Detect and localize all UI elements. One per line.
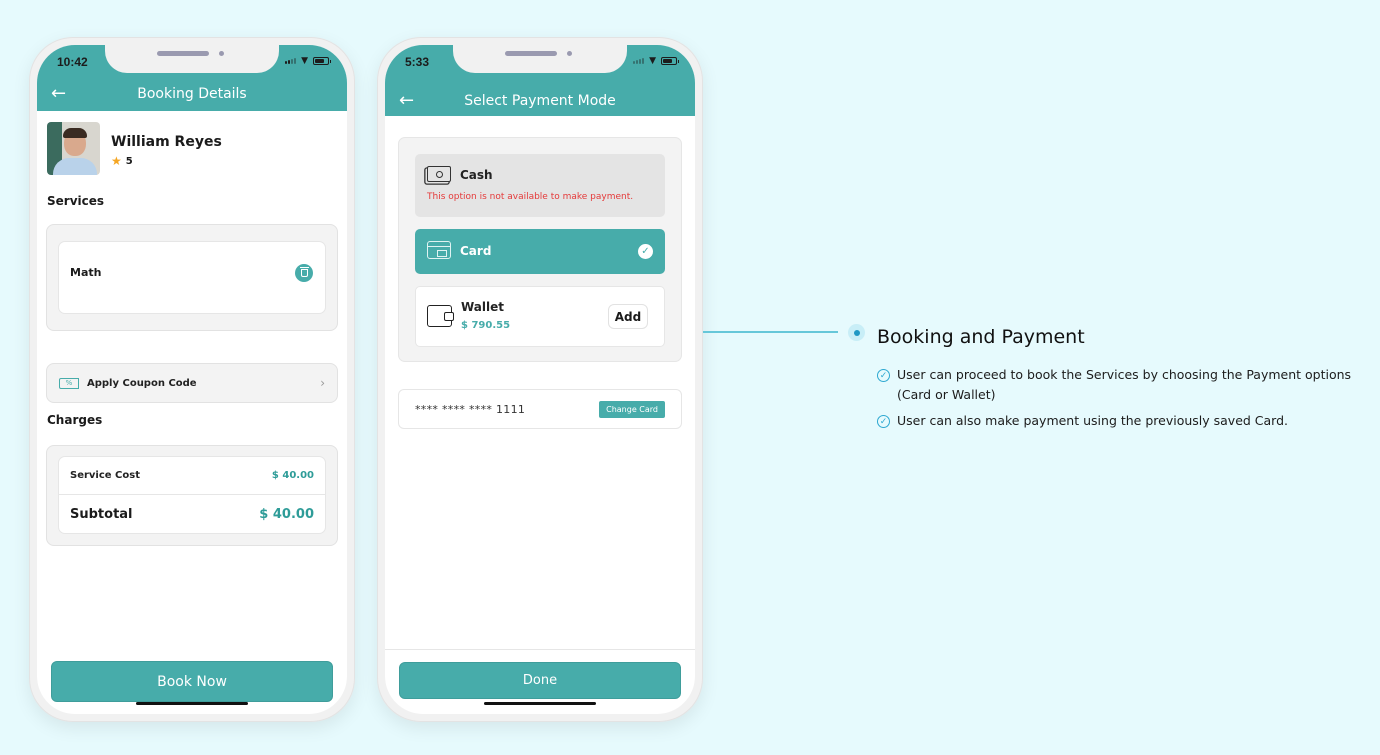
provider-rating: ★ 5 (111, 154, 222, 168)
app-bar: 10:42 ▼ ← Booking Details (37, 45, 347, 111)
payment-options: Cash This option is not available to mak… (398, 137, 682, 362)
annotation-bullet: ✓ User can also make payment using the p… (877, 411, 1367, 431)
avatar (47, 122, 100, 175)
check-circle-icon: ✓ (877, 415, 890, 428)
rating-value: 5 (125, 155, 133, 167)
signal-icon (633, 58, 645, 64)
provider-profile: William Reyes ★ 5 (47, 122, 222, 175)
annotation-dot-icon (848, 324, 865, 341)
cash-label: Cash (460, 168, 493, 182)
status-icons: ▼ (633, 56, 679, 66)
wallet-label: Wallet (461, 300, 505, 314)
subtotal-row: Subtotal $ 40.00 (59, 495, 325, 533)
phone-booking-details: 10:42 ▼ ← Booking Details William Reyes … (29, 37, 355, 722)
status-time: 5:33 (405, 55, 430, 69)
wifi-icon: ▼ (649, 56, 656, 66)
chevron-right-icon: › (320, 376, 325, 390)
cash-unavailable-warning: This option is not available to make pay… (427, 192, 634, 202)
card-label: Card (460, 244, 492, 258)
service-name: Math (70, 266, 102, 279)
service-cost-value: $ 40.00 (271, 470, 314, 481)
done-button[interactable]: Done (399, 662, 681, 699)
payment-option-card[interactable]: Card ✓ (415, 229, 665, 274)
cash-icon (427, 166, 451, 182)
check-circle-icon: ✓ (877, 369, 890, 382)
notch (453, 45, 627, 73)
masked-card-number: **** **** **** 1111 (415, 402, 526, 416)
home-indicator[interactable] (136, 702, 248, 705)
status-icons: ▼ (285, 56, 331, 66)
saved-card: **** **** **** 1111 Change Card (398, 389, 682, 429)
battery-icon (661, 57, 679, 65)
annotation-bullet: ✓ User can proceed to book the Services … (877, 365, 1367, 405)
subtotal-label: Subtotal (70, 506, 133, 522)
signal-icon (285, 58, 297, 64)
payment-option-cash[interactable]: Cash This option is not available to mak… (415, 154, 665, 217)
wallet-balance: $ 790.55 (461, 320, 511, 331)
battery-icon (313, 57, 331, 65)
bullet-text: User can also make payment using the pre… (897, 413, 1289, 428)
service-cost-row: Service Cost $ 40.00 (59, 457, 325, 495)
selected-check-icon: ✓ (638, 244, 653, 259)
footer-divider (385, 649, 695, 650)
trash-icon (299, 267, 309, 277)
bullet-text: User can proceed to book the Services by… (897, 367, 1352, 402)
payment-option-wallet[interactable]: Wallet $ 790.55 Add (415, 286, 665, 347)
provider-name: William Reyes (111, 134, 222, 150)
booking-screen: 10:42 ▼ ← Booking Details William Reyes … (37, 45, 347, 714)
coupon-label: Apply Coupon Code (87, 377, 197, 389)
credit-card-icon (427, 241, 451, 259)
page-title: Booking Details (137, 86, 247, 102)
apply-coupon-button[interactable]: % Apply Coupon Code › (46, 363, 338, 403)
home-indicator[interactable] (484, 702, 596, 705)
services-heading: Services (47, 194, 105, 208)
payment-screen: 5:33 ▼ ← Select Payment Mode Cash This o… (385, 45, 695, 714)
service-cost-label: Service Cost (70, 470, 140, 481)
phone-payment-mode: 5:33 ▼ ← Select Payment Mode Cash This o… (377, 37, 703, 722)
annotation-title: Booking and Payment (877, 326, 1085, 348)
star-icon: ★ (111, 154, 122, 168)
status-time: 10:42 (57, 55, 88, 69)
services-box: Math (46, 224, 338, 331)
delete-service-button[interactable] (295, 264, 313, 282)
charges-card: Service Cost $ 40.00 Subtotal $ 40.00 (58, 456, 326, 534)
charges-heading: Charges (47, 413, 103, 427)
notch (105, 45, 279, 73)
connector-line (703, 331, 838, 333)
book-now-button[interactable]: Book Now (51, 661, 333, 702)
service-item: Math (58, 241, 326, 314)
subtotal-value: $ 40.00 (259, 506, 314, 522)
add-wallet-funds-button[interactable]: Add (608, 304, 648, 329)
change-card-button[interactable]: Change Card (599, 400, 665, 418)
wallet-icon (427, 305, 454, 327)
app-bar: 5:33 ▼ ← Select Payment Mode (385, 45, 695, 116)
wifi-icon: ▼ (301, 56, 308, 66)
page-title: Select Payment Mode (464, 93, 616, 109)
charges-box: Service Cost $ 40.00 Subtotal $ 40.00 (46, 445, 338, 546)
coupon-tag-icon: % (59, 377, 79, 389)
